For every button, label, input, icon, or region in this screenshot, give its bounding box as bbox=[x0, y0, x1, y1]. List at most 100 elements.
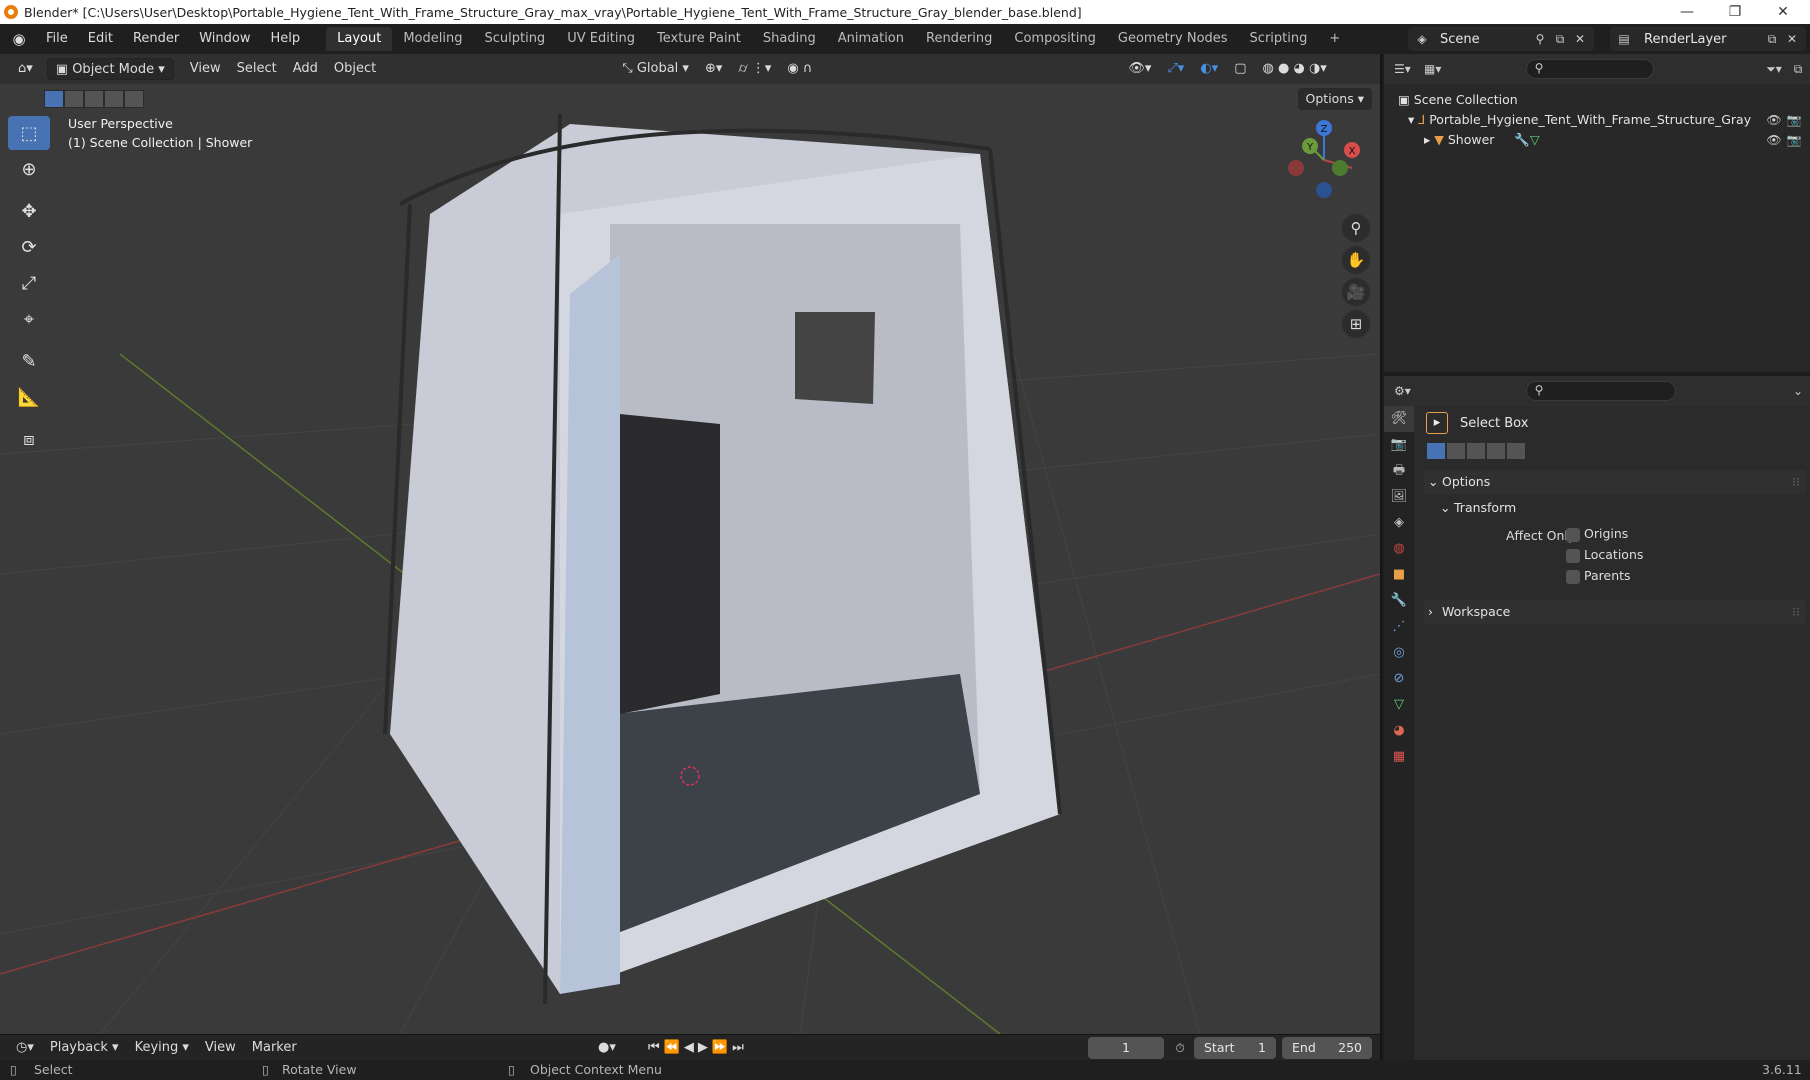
select-new-icon[interactable] bbox=[44, 90, 64, 108]
tab-texture[interactable]: ▦ bbox=[1384, 744, 1414, 770]
select-box-tool[interactable]: ⬚ bbox=[8, 116, 50, 150]
parents-checkbox[interactable]: Parents bbox=[1566, 568, 1631, 584]
tab-view-layer[interactable]: 🖼 bbox=[1384, 484, 1414, 510]
restore-button[interactable]: ❐ bbox=[1712, 0, 1758, 24]
tab-modeling[interactable]: Modeling bbox=[392, 27, 473, 51]
transform-orientation[interactable]: ⤡ Global ▾ bbox=[614, 58, 697, 80]
snap-icon[interactable]: ⌭ ⋮▾ bbox=[730, 58, 779, 80]
menu-timeline-view[interactable]: View bbox=[197, 1037, 244, 1059]
scale-tool[interactable]: ⤢ bbox=[8, 266, 50, 300]
select-subtract-icon[interactable] bbox=[1466, 442, 1486, 460]
menu-file[interactable]: File bbox=[36, 24, 78, 54]
navigation-gizmo[interactable]: Z Y X bbox=[1282, 116, 1378, 216]
tab-world[interactable]: ◍ bbox=[1384, 536, 1414, 562]
tab-uv-editing[interactable]: UV Editing bbox=[556, 27, 646, 51]
expand-arrow-icon[interactable]: ▸ bbox=[1424, 132, 1434, 147]
select-extend-icon[interactable] bbox=[64, 90, 84, 108]
outliner-row-tent-collection[interactable]: ▾ ⅃ Portable_Hygiene_Tent_With_Frame_Str… bbox=[1408, 110, 1751, 130]
move-tool[interactable]: ✥ bbox=[8, 194, 50, 228]
expand-arrow-icon[interactable]: ▾ bbox=[1408, 112, 1418, 127]
workspace-panel-header[interactable]: › Workspace ⁝⁝ bbox=[1424, 600, 1806, 624]
drag-handle-icon[interactable]: ⁝⁝ bbox=[1792, 470, 1800, 494]
shading-modes-icon[interactable]: ◍ ● ◕ ◑▾ bbox=[1255, 58, 1335, 80]
close-button[interactable]: ✕ bbox=[1760, 0, 1806, 24]
tab-object[interactable]: ■ bbox=[1384, 562, 1414, 588]
options-dropdown[interactable]: Options ▾ bbox=[1297, 88, 1372, 110]
add-workspace-button[interactable]: + bbox=[1318, 27, 1351, 51]
current-frame-field[interactable]: 1 bbox=[1088, 1037, 1164, 1059]
pivot-icon[interactable]: ⊕▾ bbox=[697, 58, 730, 80]
gizmo-neg-z-axis[interactable] bbox=[1316, 182, 1332, 198]
end-frame-field[interactable]: End 250 bbox=[1282, 1037, 1372, 1059]
new-scene-icon[interactable]: ⧉ bbox=[1552, 31, 1568, 47]
blender-menu-icon[interactable]: ◉ bbox=[8, 28, 30, 50]
tab-material[interactable]: ◕ bbox=[1384, 718, 1414, 744]
mode-selector[interactable]: ▣ Object Mode ▾ bbox=[46, 58, 174, 80]
tab-tool[interactable]: 🛠 bbox=[1384, 406, 1414, 432]
tab-physics[interactable]: ◎ bbox=[1384, 640, 1414, 666]
chevron-down-icon[interactable]: ⌄ bbox=[1790, 383, 1806, 399]
properties-editor-icon[interactable]: ⚙▾ bbox=[1394, 383, 1411, 399]
tab-output[interactable]: 🖶 bbox=[1384, 458, 1414, 484]
tab-shading[interactable]: Shading bbox=[752, 27, 827, 51]
gizmo-toggle-icon[interactable]: ⤢▾ bbox=[1159, 58, 1192, 80]
measure-tool[interactable]: 📐 bbox=[8, 380, 50, 414]
locations-checkbox[interactable]: Locations bbox=[1566, 547, 1643, 563]
menu-help[interactable]: Help bbox=[261, 24, 311, 54]
tab-layout[interactable]: Layout bbox=[326, 27, 393, 51]
playback-controls[interactable]: ⏮⏪◀▶⏩⏭ bbox=[640, 1037, 756, 1059]
tool-selection-mode-buttons[interactable] bbox=[1426, 442, 1526, 460]
annotate-tool[interactable]: ✎ bbox=[8, 344, 50, 378]
menu-view[interactable]: View bbox=[182, 58, 229, 80]
menu-render[interactable]: Render bbox=[123, 24, 189, 54]
rotate-tool[interactable]: ⟳ bbox=[8, 230, 50, 264]
menu-window[interactable]: Window bbox=[189, 24, 260, 54]
3d-viewport[interactable]: ⌂▾ ▣ Object Mode ▾ View Select Add Objec… bbox=[0, 54, 1380, 1034]
new-collection-icon[interactable]: ⧉ bbox=[1790, 61, 1806, 77]
outliner-row-scene-collection[interactable]: ▣ Scene Collection bbox=[1398, 90, 1518, 110]
editor-type-icon[interactable]: ⌂▾ bbox=[10, 58, 41, 80]
zoom-icon[interactable]: ⚲ bbox=[1342, 214, 1370, 242]
select-subtract-icon[interactable] bbox=[84, 90, 104, 108]
delete-scene-icon[interactable]: ✕ bbox=[1572, 31, 1588, 47]
filter-icon[interactable]: ⏷▾ bbox=[1766, 61, 1782, 77]
render-camera-icon[interactable]: 📷 bbox=[1786, 132, 1802, 148]
transform-subpanel-header[interactable]: ⌄ Transform bbox=[1424, 496, 1806, 520]
new-layer-icon[interactable]: ⧉ bbox=[1764, 31, 1780, 47]
render-layer-selector[interactable]: ▤ RenderLayer ⧉ ✕ bbox=[1610, 27, 1806, 51]
proportional-edit-icon[interactable]: ◉ ∩ bbox=[779, 58, 820, 80]
outliner-search-input[interactable]: ⚲ bbox=[1526, 59, 1654, 79]
cursor-tool[interactable]: ⊕ bbox=[8, 152, 50, 186]
minimize-button[interactable]: — bbox=[1664, 0, 1710, 24]
xray-icon[interactable]: ▢ bbox=[1226, 58, 1254, 80]
tab-scene[interactable]: ◈ bbox=[1384, 510, 1414, 536]
select-invert-icon[interactable] bbox=[1506, 442, 1526, 460]
selection-mode-buttons[interactable] bbox=[44, 90, 144, 108]
drag-handle-icon[interactable]: ⁝⁝ bbox=[1792, 600, 1800, 624]
gizmo-neg-x-axis[interactable] bbox=[1288, 160, 1304, 176]
visibility-eye-icon[interactable]: 👁 bbox=[1766, 132, 1782, 148]
outliner-row-shower[interactable]: ▸ ▼ Shower 🔧▽ bbox=[1424, 130, 1540, 150]
overlay-toggle-icon[interactable]: ◐▾ bbox=[1192, 58, 1226, 80]
tab-particles[interactable]: ⋰ bbox=[1384, 614, 1414, 640]
add-cube-tool[interactable]: ⧈ bbox=[8, 422, 50, 456]
menu-object[interactable]: Object bbox=[326, 58, 384, 80]
visibility-icon[interactable]: 👁▾ bbox=[1120, 58, 1159, 80]
gizmo-neg-y-axis[interactable] bbox=[1332, 160, 1348, 176]
origins-checkbox[interactable]: Origins bbox=[1566, 526, 1628, 542]
outliner[interactable]: ☰▾ ▦▾ ⚲ ⏷▾ ⧉ ▣ Scene Collection ▾ ⅃ Port… bbox=[1384, 54, 1810, 372]
outliner-editor-icon[interactable]: ☰▾ bbox=[1394, 61, 1411, 77]
visibility-eye-icon[interactable]: 👁 bbox=[1766, 112, 1782, 128]
render-camera-icon[interactable]: 📷 bbox=[1786, 112, 1802, 128]
select-intersect-icon[interactable] bbox=[1486, 442, 1506, 460]
select-invert-icon[interactable] bbox=[124, 90, 144, 108]
delete-layer-icon[interactable]: ✕ bbox=[1784, 31, 1800, 47]
menu-edit[interactable]: Edit bbox=[78, 24, 123, 54]
properties-search-input[interactable]: ⚲ bbox=[1526, 381, 1676, 401]
select-new-icon[interactable] bbox=[1426, 442, 1446, 460]
tab-animation[interactable]: Animation bbox=[827, 27, 915, 51]
options-panel-header[interactable]: ⌄ Options ⁝⁝ bbox=[1424, 470, 1806, 494]
tab-rendering[interactable]: Rendering bbox=[915, 27, 1003, 51]
transform-tool[interactable]: ⌖ bbox=[8, 302, 50, 336]
tab-texture-paint[interactable]: Texture Paint bbox=[646, 27, 752, 51]
